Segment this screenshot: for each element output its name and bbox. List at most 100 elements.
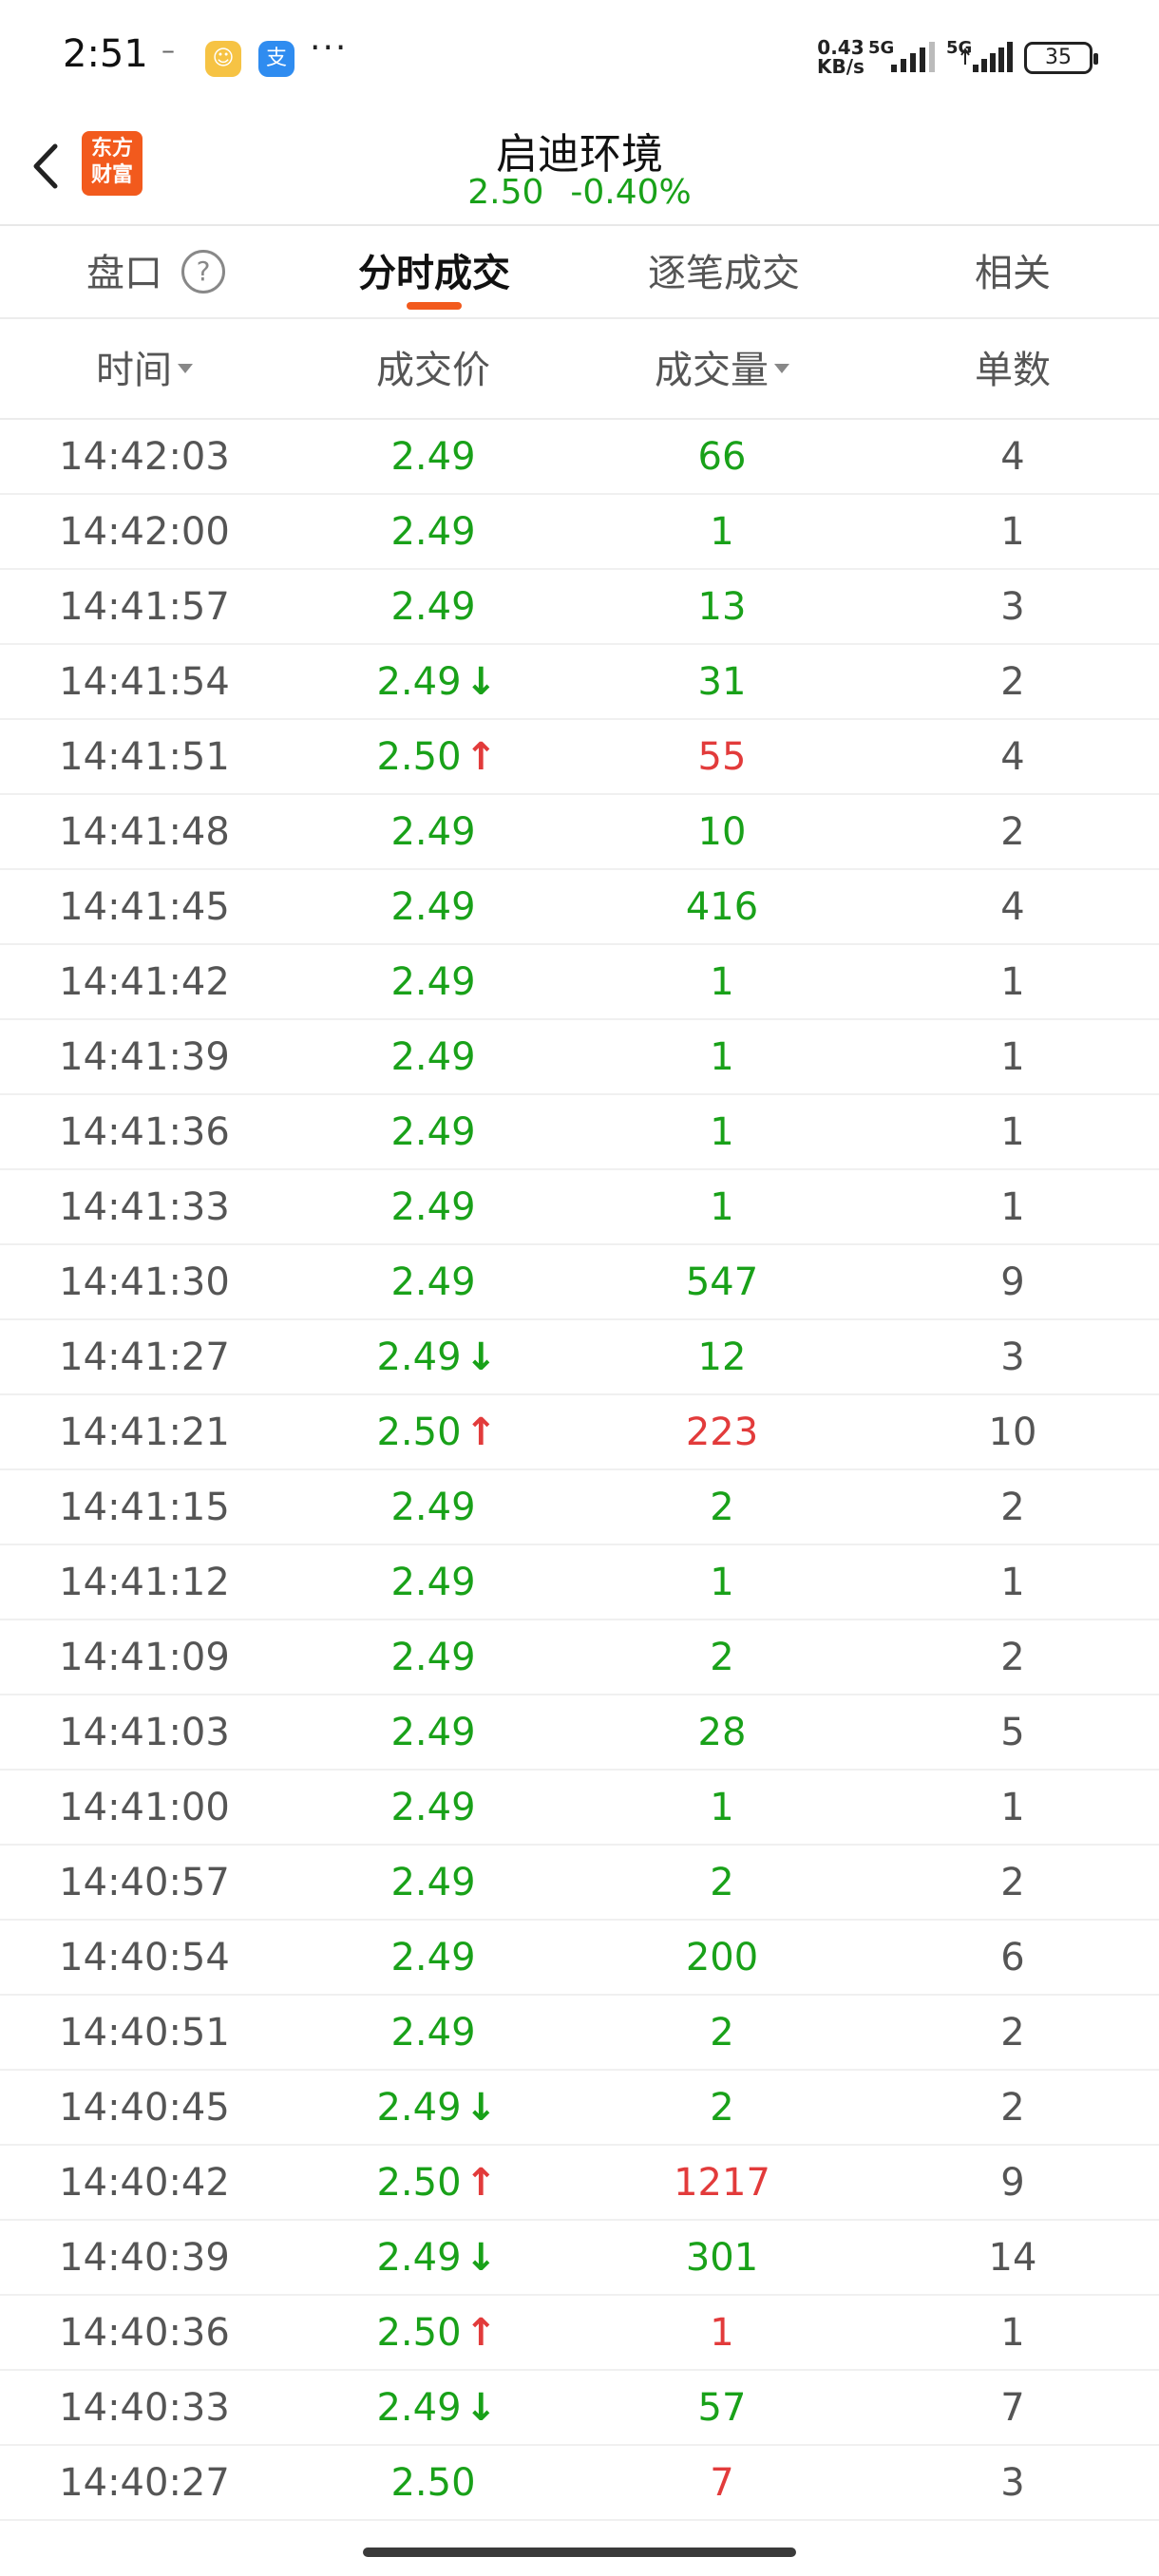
trade-count: 3 xyxy=(1000,585,1025,629)
trade-row[interactable]: 14:40:36 2.50 ↑ 1 1 xyxy=(0,2296,1159,2371)
logo-line-2: 财富 xyxy=(90,163,133,187)
trade-count: 1 xyxy=(1000,1035,1025,1079)
tab-order-book[interactable]: 盘口? xyxy=(61,228,251,319)
trade-price-cell: 2.49 xyxy=(319,945,547,1020)
tab-related[interactable]: 相关 xyxy=(899,228,1127,319)
trade-time: 14:41:33 xyxy=(59,1185,230,1229)
column-header-count: 单数 xyxy=(899,321,1127,420)
trade-row[interactable]: 14:41:45 2.49 416 4 xyxy=(0,870,1159,945)
trade-time: 14:41:27 xyxy=(59,1335,230,1379)
trade-volume: 66 xyxy=(697,435,747,479)
trade-price: 2.49 xyxy=(390,1260,476,1304)
trade-time: 14:40:54 xyxy=(59,1936,230,1979)
trade-price: 2.50 xyxy=(390,2461,476,2505)
trade-price: 2.49 xyxy=(376,2386,462,2430)
help-icon[interactable]: ? xyxy=(181,250,225,294)
trade-count: 10 xyxy=(988,1411,1037,1454)
trade-volume: 1 xyxy=(710,2311,734,2355)
trade-volume: 223 xyxy=(685,1411,759,1454)
trade-price-cell: 2.49 ↓ xyxy=(319,2221,547,2296)
trade-row[interactable]: 14:41:27 2.49 ↓ 12 3 xyxy=(0,1320,1159,1395)
table-header: 时间 成交价 成交量 单数 xyxy=(0,321,1159,420)
status-dash: – xyxy=(162,34,175,66)
trade-row[interactable]: 14:42:03 2.49 66 4 xyxy=(0,420,1159,495)
trade-price-cell: 2.50 ↑ xyxy=(319,720,547,795)
trade-row[interactable]: 14:41:00 2.49 1 1 xyxy=(0,1771,1159,1846)
trade-count: 4 xyxy=(1000,735,1025,779)
trade-row[interactable]: 14:41:33 2.49 1 1 xyxy=(0,1170,1159,1245)
trade-row[interactable]: 14:41:03 2.49 28 5 xyxy=(0,1695,1159,1771)
trade-row[interactable]: 14:40:27 2.50 7 3 xyxy=(0,2446,1159,2521)
trade-price-cell: 2.49 xyxy=(319,1020,547,1095)
trade-row[interactable]: 14:41:48 2.49 10 2 xyxy=(0,795,1159,870)
trade-count: 14 xyxy=(988,2236,1037,2280)
tab-label: 分时成交 xyxy=(358,252,510,295)
trade-volume: 1 xyxy=(710,1561,734,1604)
trade-price-cell: 2.49 xyxy=(319,570,547,645)
trade-row[interactable]: 14:40:39 2.49 ↓ 301 14 xyxy=(0,2221,1159,2296)
trade-count: 4 xyxy=(1000,435,1025,479)
trade-price: 2.50 xyxy=(376,2161,462,2205)
trade-row[interactable]: 14:41:36 2.49 1 1 xyxy=(0,1095,1159,1170)
trade-row[interactable]: 14:41:30 2.49 547 9 xyxy=(0,1245,1159,1320)
trade-row[interactable]: 14:41:54 2.49 ↓ 31 2 xyxy=(0,645,1159,720)
trade-row[interactable]: 14:40:51 2.49 2 2 xyxy=(0,1996,1159,2071)
arrow-down-icon: ↓ xyxy=(465,2086,498,2130)
trade-time: 14:41:15 xyxy=(59,1486,230,1529)
trade-row[interactable]: 14:41:21 2.50 ↑ 223 10 xyxy=(0,1395,1159,1470)
trade-count: 7 xyxy=(1000,2386,1025,2430)
trade-count: 2 xyxy=(1000,1486,1025,1529)
trade-count: 9 xyxy=(1000,2161,1025,2205)
trade-time: 14:41:36 xyxy=(59,1110,230,1154)
trade-price: 2.50 xyxy=(376,735,462,779)
trade-price-cell: 2.49 xyxy=(319,420,547,495)
trade-time: 14:41:42 xyxy=(59,960,230,1004)
trade-volume: 2 xyxy=(710,2011,734,2055)
arrow-down-icon: ↓ xyxy=(465,2386,498,2430)
column-header-volume[interactable]: 成交量 xyxy=(608,321,836,420)
column-header-time[interactable]: 时间 xyxy=(30,321,258,420)
trade-row[interactable]: 14:42:00 2.49 1 1 xyxy=(0,495,1159,570)
trade-price-cell: 2.50 ↑ xyxy=(319,1395,547,1470)
trade-time: 14:41:54 xyxy=(59,660,230,704)
trade-price: 2.49 xyxy=(390,1936,476,1979)
trade-row[interactable]: 14:41:42 2.49 1 1 xyxy=(0,945,1159,1020)
arrow-up-icon: ↑ xyxy=(465,1411,498,1454)
trade-row[interactable]: 14:41:57 2.49 13 3 xyxy=(0,570,1159,645)
trade-row[interactable]: 14:40:33 2.49 ↓ 57 7 xyxy=(0,2371,1159,2446)
trade-row[interactable]: 14:40:54 2.49 200 6 xyxy=(0,1921,1159,1996)
trade-price-cell: 2.49 xyxy=(319,1245,547,1320)
trade-price: 2.49 xyxy=(376,1335,462,1379)
home-indicator[interactable] xyxy=(363,2548,796,2557)
trade-row[interactable]: 14:41:39 2.49 1 1 xyxy=(0,1020,1159,1095)
stock-header: 启迪环境 2.50 -0.40% 东方 财富 xyxy=(0,112,1159,226)
back-arrow-icon[interactable] xyxy=(21,133,68,199)
trade-count: 2 xyxy=(1000,1636,1025,1679)
status-time: 2:51 xyxy=(63,32,148,76)
trade-list[interactable]: 14:42:03 2.49 66 4 14:42:00 2.49 1 1 14:41:57 2.4… xyxy=(0,420,1159,2521)
column-header-label: 单数 xyxy=(975,349,1051,392)
trade-volume: 10 xyxy=(697,810,747,854)
tab-tick-by-tick[interactable]: 逐笔成交 xyxy=(610,228,838,319)
trade-row[interactable]: 14:40:57 2.49 2 2 xyxy=(0,1846,1159,1921)
trade-count: 1 xyxy=(1000,2311,1025,2355)
trade-volume: 55 xyxy=(697,735,747,779)
trade-price-cell: 2.49 xyxy=(319,1996,547,2071)
trade-time: 14:40:42 xyxy=(59,2161,230,2205)
chat-app-notification-icon: ☺ xyxy=(205,41,241,77)
trade-row[interactable]: 14:41:09 2.49 2 2 xyxy=(0,1620,1159,1695)
trade-row[interactable]: 14:41:51 2.50 ↑ 55 4 xyxy=(0,720,1159,795)
trade-price: 2.49 xyxy=(390,1185,476,1229)
eastmoney-logo[interactable]: 东方 财富 xyxy=(82,131,142,196)
trade-volume: 2 xyxy=(710,1861,734,1904)
trade-row[interactable]: 14:41:12 2.49 1 1 xyxy=(0,1545,1159,1620)
trade-count: 9 xyxy=(1000,1260,1025,1304)
trade-row[interactable]: 14:40:42 2.50 ↑ 1217 9 xyxy=(0,2146,1159,2221)
trade-row[interactable]: 14:41:15 2.49 2 2 xyxy=(0,1470,1159,1545)
trade-count: 2 xyxy=(1000,2011,1025,2055)
trade-time: 14:40:51 xyxy=(59,2011,230,2055)
trade-row[interactable]: 14:40:45 2.49 ↓ 2 2 xyxy=(0,2071,1159,2146)
trade-price: 2.49 xyxy=(390,1110,476,1154)
trade-time: 14:41:12 xyxy=(59,1561,230,1604)
trade-volume: 1 xyxy=(710,960,734,1004)
